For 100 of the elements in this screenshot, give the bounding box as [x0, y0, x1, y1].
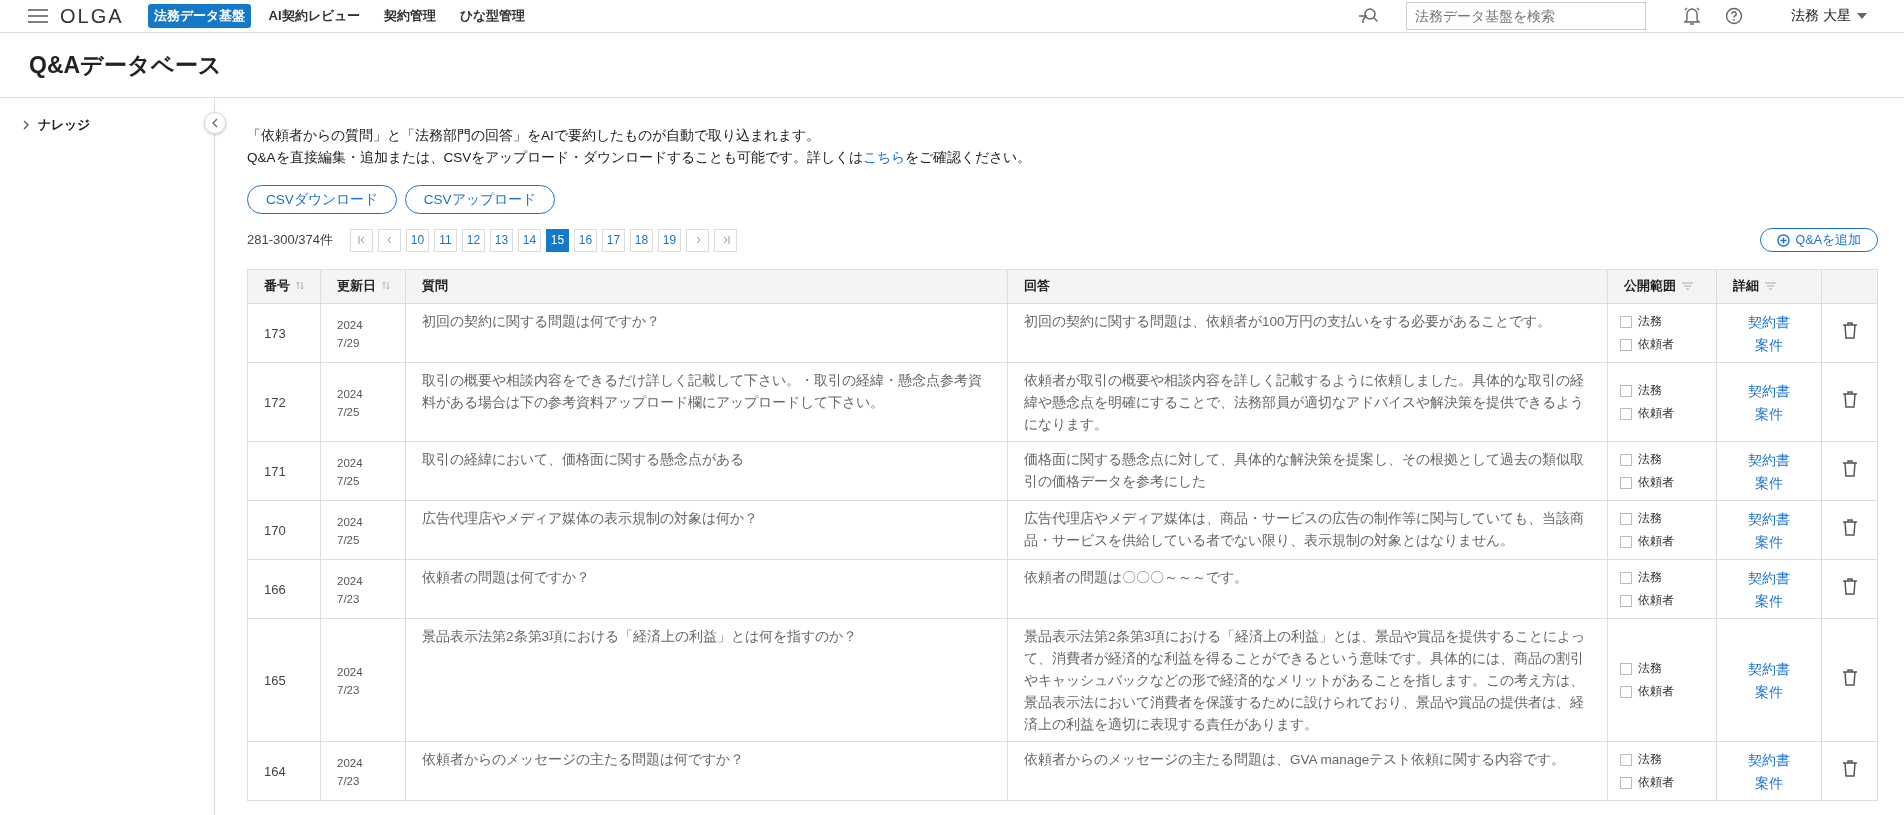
detail-link[interactable]: 案件 — [1755, 681, 1783, 704]
detail-link[interactable]: 案件 — [1755, 472, 1783, 495]
help-link[interactable]: こちら — [863, 150, 906, 165]
page-button[interactable]: 16 — [574, 228, 597, 252]
bell-icon[interactable] — [1683, 6, 1702, 26]
nav-tab[interactable]: AI契約レビュー — [262, 4, 366, 28]
visibility-checkbox[interactable]: 法務 — [1620, 448, 1662, 471]
add-qa-button[interactable]: Q&Aを追加 — [1759, 228, 1878, 252]
visibility-checkbox[interactable]: 依頼者 — [1620, 680, 1674, 703]
detail-link[interactable]: 案件 — [1755, 531, 1783, 554]
question-cell: 依頼者の問題は何ですか？ — [405, 559, 1008, 619]
caret-icon — [1857, 13, 1867, 19]
table-cell: 172 — [247, 362, 321, 442]
detail-link[interactable]: 案件 — [1755, 772, 1783, 795]
search-field[interactable]: 法務データ基盤を検索 — [1406, 2, 1647, 30]
question-cell: 広告代理店やメディア媒体の表示規制の対象は何か？ — [405, 500, 1008, 560]
date-text: 2024 — [337, 574, 364, 589]
detail-link[interactable]: 契約書 — [1748, 749, 1790, 772]
table-cell: 171 — [247, 441, 321, 501]
answer-cell: 広告代理店やメディア媒体は、商品・サービスの広告の制作等に関与していても、当該商品・サービスを供給している者でない限り、表示規制の対象とはなりません。 — [1007, 500, 1608, 560]
plus-icon — [1776, 233, 1790, 247]
column-header[interactable]: 更新日 — [320, 269, 406, 304]
chevron-left-icon — [211, 118, 219, 128]
delete-icon[interactable] — [1842, 391, 1857, 408]
delete-icon[interactable] — [1842, 669, 1857, 686]
detail-link[interactable]: 契約書 — [1748, 380, 1790, 403]
visibility-checkbox[interactable]: 法務 — [1620, 566, 1662, 589]
date-text: 7/25 — [337, 474, 361, 489]
last-page-icon — [721, 236, 730, 244]
logo[interactable]: OLGA — [60, 4, 124, 28]
delete-icon[interactable] — [1842, 322, 1857, 339]
page-button[interactable]: 12 — [462, 228, 485, 252]
detail-link[interactable]: 案件 — [1755, 590, 1783, 613]
visibility-checkbox[interactable]: 法務 — [1620, 379, 1662, 402]
table-cell: 165 — [247, 618, 321, 742]
date-text: 7/23 — [337, 683, 361, 698]
visibility-checkbox[interactable]: 法務 — [1620, 748, 1662, 771]
date-text: 2024 — [337, 756, 364, 771]
question-cell: 取引の経緯において、価格面に関する懸念点がある — [405, 441, 1008, 501]
page-button[interactable]: 10 — [406, 228, 429, 252]
user-menu[interactable]: 法務 大星 — [1785, 6, 1873, 26]
nav-tab[interactable]: ひな型管理 — [453, 4, 531, 28]
intro-text: 「依頼者からの質問」と「法務部門の回答」をAIで要約したものが自動で取り込まれます。 — [247, 127, 821, 145]
column-header: 質問 — [405, 269, 1008, 304]
nav-tab[interactable]: 契約管理 — [377, 4, 442, 28]
visibility-checkbox[interactable]: 法務 — [1620, 310, 1662, 333]
detail-link[interactable]: 契約書 — [1748, 567, 1790, 590]
page-button[interactable]: 14 — [518, 228, 541, 252]
page-button[interactable]: 13 — [490, 228, 513, 252]
delete-icon[interactable] — [1842, 460, 1857, 477]
sidebar-item[interactable]: ナレッジ — [0, 116, 90, 134]
search-filter-icon[interactable] — [1357, 6, 1380, 26]
csv-button[interactable]: CSVアップロード — [404, 185, 555, 214]
detail-link[interactable]: 契約書 — [1748, 449, 1790, 472]
table-cell: 170 — [247, 500, 321, 560]
chevron-left-icon — [385, 236, 394, 244]
visibility-checkbox[interactable]: 依頼者 — [1620, 333, 1674, 356]
question-cell: 取引の概要や相談内容をできるだけ詳しく記載して下さい。・取引の経緯・懸念点参考資料がある場合は下の参考資料アップロード欄にアップロードして下さい。 — [405, 362, 1008, 442]
answer-cell: 依頼者の問題は〇〇〇～～～です。 — [1007, 559, 1608, 619]
delete-icon[interactable] — [1842, 760, 1857, 777]
page-button[interactable]: 19 — [658, 228, 681, 252]
detail-link[interactable]: 契約書 — [1748, 658, 1790, 681]
csv-button[interactable]: CSVダウンロード — [247, 185, 397, 214]
column-header[interactable]: 番号 — [247, 269, 321, 304]
date-text: 7/29 — [337, 336, 361, 351]
page-button[interactable]: 18 — [630, 228, 653, 252]
answer-cell: 初回の契約に関する問題は、依頼者が100万円の支払いをする必要があることです。 — [1007, 303, 1608, 363]
date-text: 2024 — [337, 515, 364, 530]
chevron-icon — [22, 120, 30, 130]
page-button[interactable]: 17 — [602, 228, 625, 252]
result-count: 281-300/374件 — [247, 231, 333, 249]
first-page-icon — [357, 236, 366, 244]
column-header[interactable]: 詳細 — [1716, 269, 1822, 304]
page-button[interactable]: 15 — [546, 228, 569, 252]
detail-link[interactable]: 契約書 — [1748, 508, 1790, 531]
visibility-checkbox[interactable]: 法務 — [1620, 657, 1662, 680]
visibility-checkbox[interactable]: 依頼者 — [1620, 589, 1674, 612]
column-header: 回答 — [1007, 269, 1608, 304]
nav-tab[interactable]: 法務データ基盤 — [147, 4, 251, 28]
detail-link[interactable]: 案件 — [1755, 403, 1783, 426]
visibility-checkbox[interactable]: 依頼者 — [1620, 530, 1674, 553]
page-title: Q&Aデータベース — [29, 50, 223, 80]
answer-cell: 景品表示法第2条第3項における「経済上の利益」とは、景品や賞品を提供することによって、消費者が経済的な利益を得ることができるという意味です。具体的には、商品の割引やキャッシュバックなどの形で経済的なメリットがあることを指します。この考え方は、景品表示法において消費者を保護するために設けられており、景品や賞品の提供者は、経済上の利益を適切に表現する責任があります。 — [1007, 618, 1608, 742]
visibility-checkbox[interactable]: 依頼者 — [1620, 771, 1674, 794]
date-text: 7/23 — [337, 774, 361, 789]
date-text: 7/25 — [337, 405, 361, 420]
visibility-checkbox[interactable]: 法務 — [1620, 507, 1662, 530]
delete-icon[interactable] — [1842, 519, 1857, 536]
page-button[interactable]: 11 — [434, 228, 457, 252]
visibility-checkbox[interactable]: 依頼者 — [1620, 402, 1674, 425]
help-icon[interactable] — [1725, 7, 1744, 25]
date-text: 2024 — [337, 456, 364, 471]
menu-icon[interactable] — [28, 9, 48, 23]
visibility-checkbox[interactable]: 依頼者 — [1620, 471, 1674, 494]
column-header[interactable]: 公開範囲 — [1607, 269, 1717, 304]
date-text: 7/25 — [337, 533, 361, 548]
date-text: 2024 — [337, 318, 364, 333]
detail-link[interactable]: 案件 — [1755, 334, 1783, 357]
detail-link[interactable]: 契約書 — [1748, 311, 1790, 334]
delete-icon[interactable] — [1842, 578, 1857, 595]
